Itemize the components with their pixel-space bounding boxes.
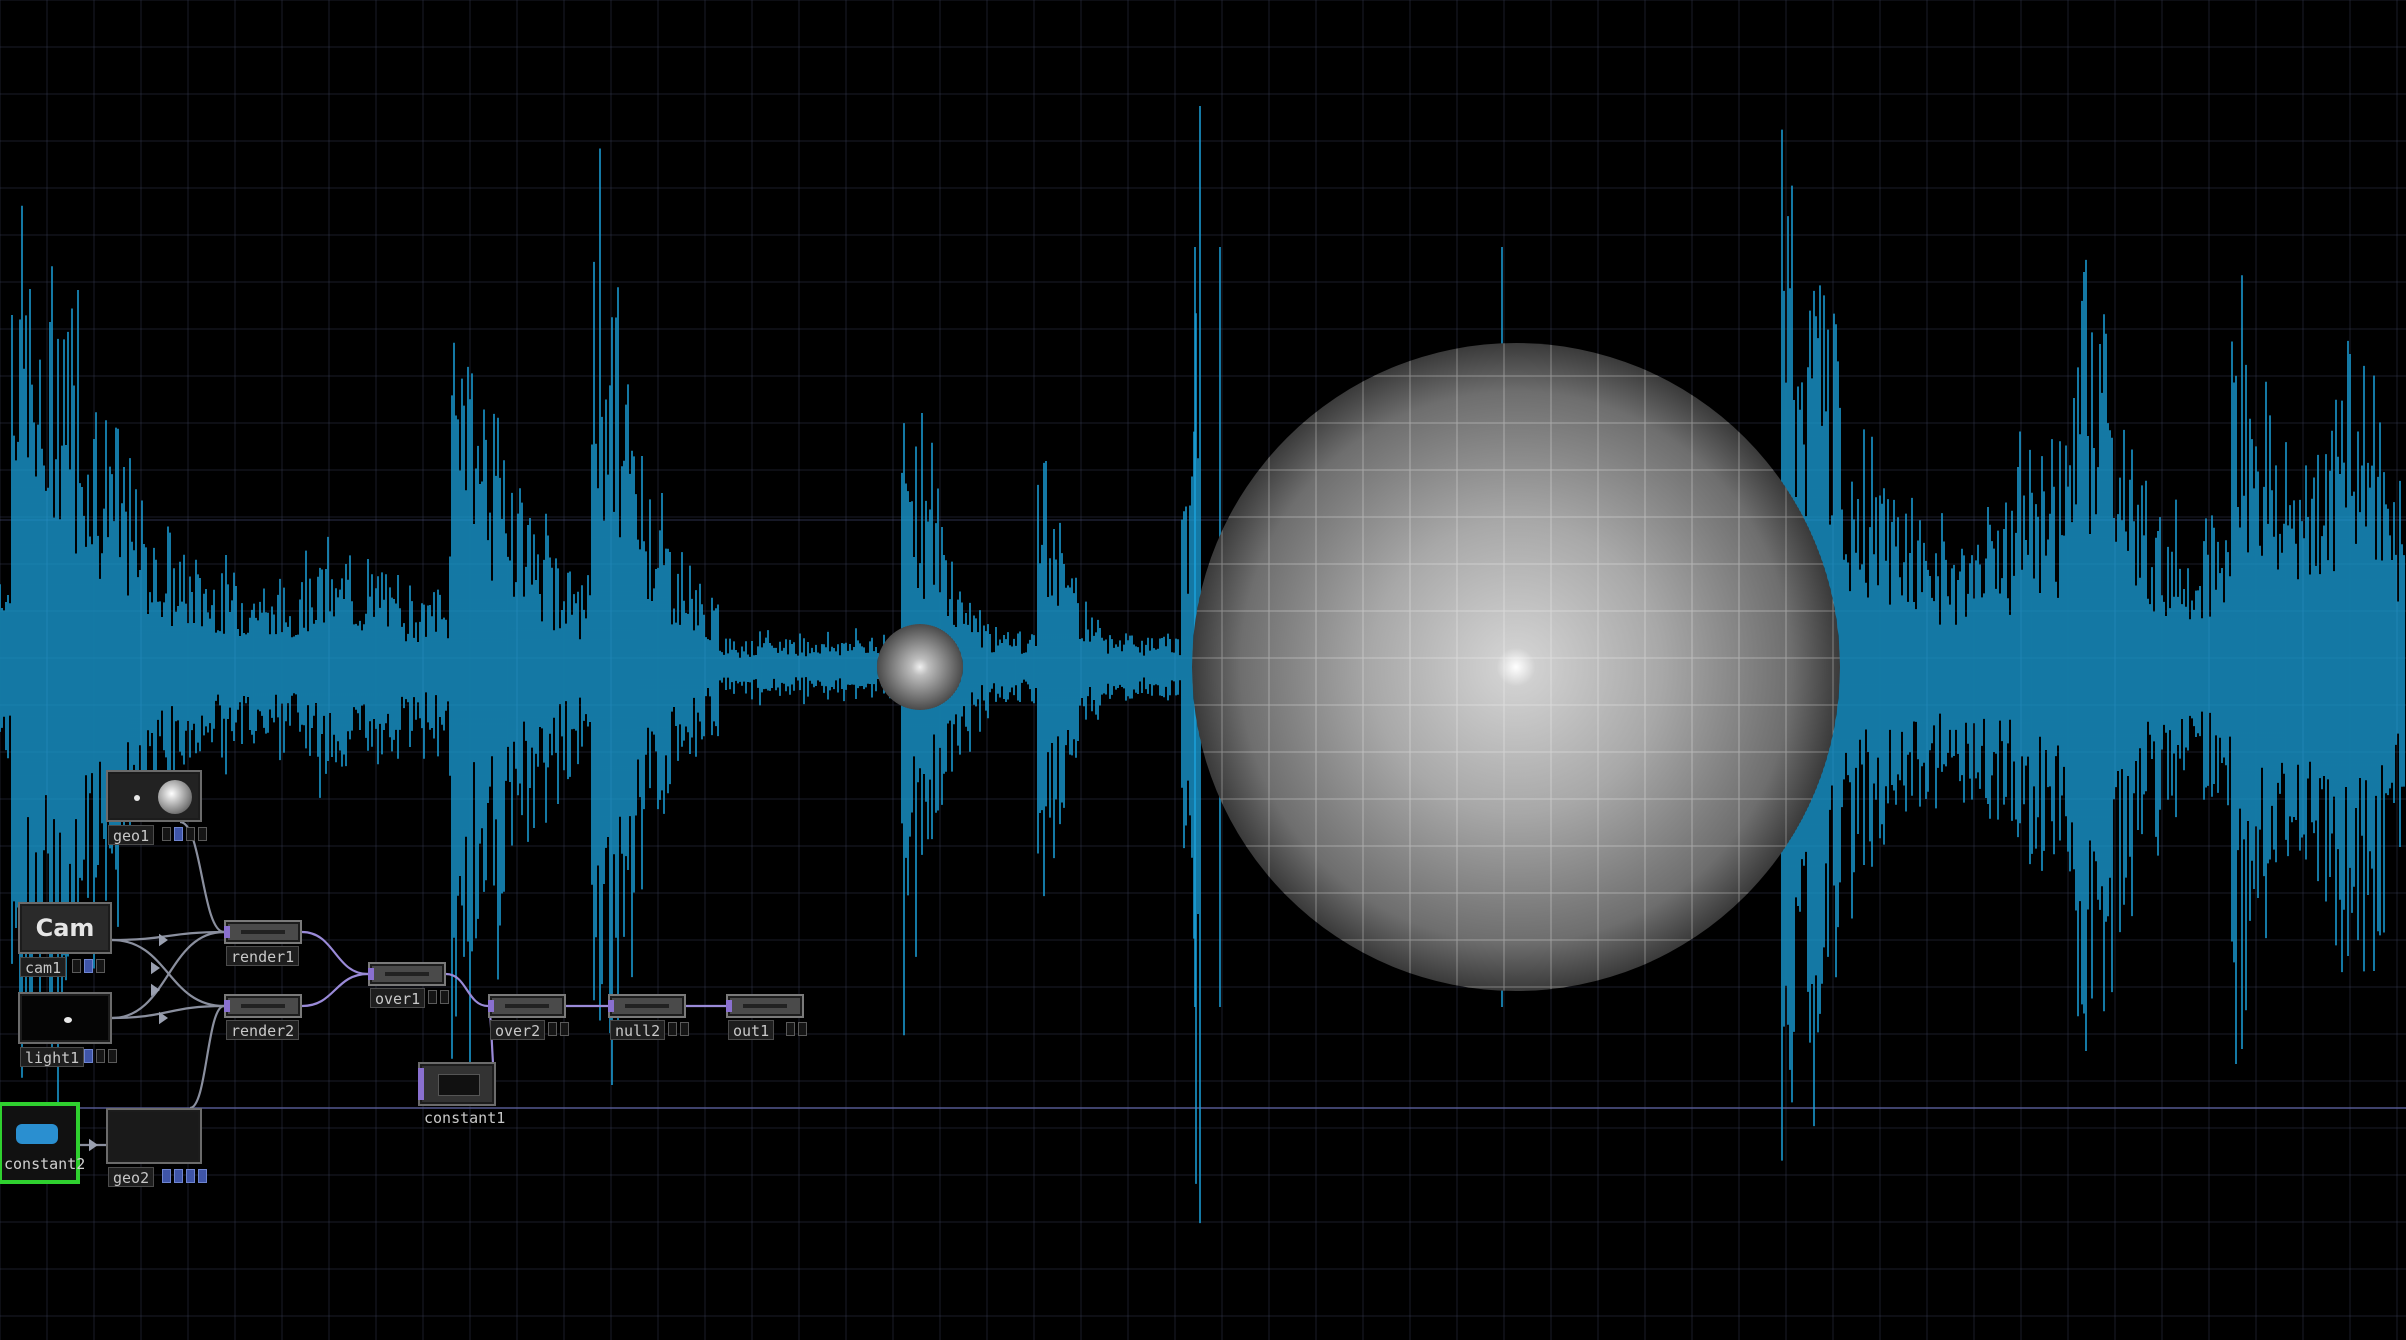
node-label: constant2: [4, 1155, 86, 1173]
light1-thumbnail: [18, 992, 112, 1044]
over2-thumbnail: [488, 994, 566, 1018]
node-label: over1: [370, 988, 426, 1008]
node-flags[interactable]: [668, 1022, 689, 1038]
node-label: geo2: [108, 1167, 155, 1187]
node-label: render1: [226, 946, 300, 966]
node-label: light1: [20, 1047, 85, 1067]
node-flags[interactable]: [786, 1022, 807, 1038]
node-label: over2: [490, 1020, 546, 1040]
node-label: geo1: [108, 825, 155, 845]
over1-thumbnail: [368, 962, 446, 986]
node-label: null2: [610, 1020, 666, 1040]
node-label: cam1: [20, 957, 67, 977]
constant1-thumbnail: [418, 1062, 496, 1106]
cam1-thumbnail: Cam: [18, 902, 112, 954]
node-flags[interactable]: [162, 1169, 207, 1185]
camera-icon-text: Cam: [35, 914, 95, 942]
node-flags[interactable]: [72, 959, 105, 975]
render2-thumbnail: [224, 994, 302, 1018]
node-label: constant1: [424, 1109, 506, 1127]
large-sphere: [1192, 343, 1840, 991]
node-label: render2: [226, 1020, 300, 1040]
render1-thumbnail: [224, 920, 302, 944]
audio-waveform-visual: [0, 0, 2406, 1340]
node-flags[interactable]: [548, 1022, 569, 1038]
geo2-thumbnail: [106, 1108, 202, 1164]
node-label: out1: [728, 1020, 775, 1040]
node-flags[interactable]: [162, 827, 207, 843]
out1-thumbnail: [726, 994, 804, 1018]
network-editor-background[interactable]: geo1 Cam cam1 light1 constant2 geo2 rend…: [0, 0, 2406, 1340]
geo1-thumbnail: [106, 770, 202, 822]
node-flags[interactable]: [84, 1049, 117, 1065]
node-flags[interactable]: [428, 990, 449, 1006]
null2-thumbnail: [608, 994, 686, 1018]
light-icon: [64, 1017, 72, 1023]
small-sphere: [877, 624, 963, 710]
